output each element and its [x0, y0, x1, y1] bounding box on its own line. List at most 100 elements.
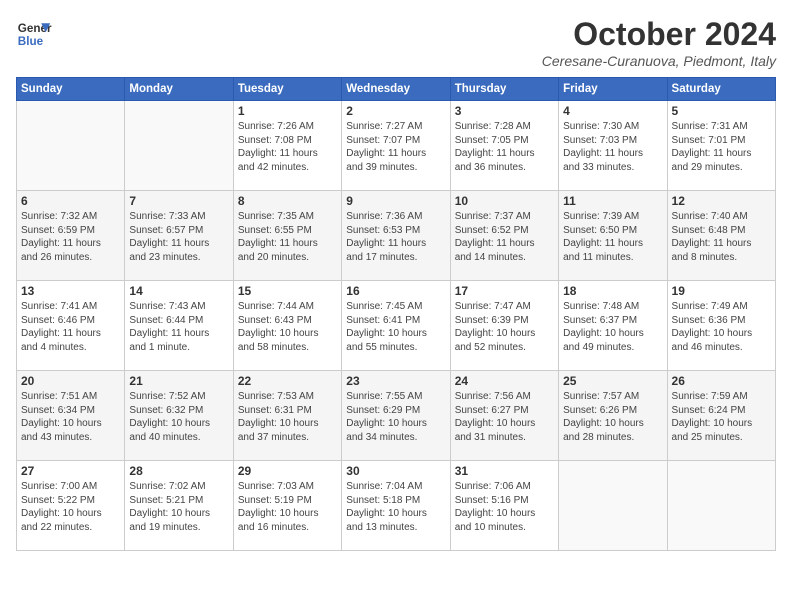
day-number: 30	[346, 464, 445, 478]
calendar-cell	[559, 461, 667, 551]
location: Ceresane-Curanuova, Piedmont, Italy	[542, 53, 776, 69]
day-number: 16	[346, 284, 445, 298]
day-number: 25	[563, 374, 662, 388]
day-number: 5	[672, 104, 771, 118]
day-info: Sunrise: 7:47 AM Sunset: 6:39 PM Dayligh…	[455, 300, 554, 354]
day-number: 17	[455, 284, 554, 298]
calendar-cell: 11 Sunrise: 7:39 AM Sunset: 6:50 PM Dayli…	[559, 191, 667, 281]
day-info: Sunrise: 7:31 AM Sunset: 7:01 PM Dayligh…	[672, 120, 771, 174]
calendar-cell: 21Sunrise: 7:52 AM Sunset: 6:32 PM Dayli…	[125, 371, 233, 461]
day-info: Sunrise: 7:02 AM Sunset: 5:21 PM Dayligh…	[129, 480, 228, 534]
day-number: 11	[563, 194, 662, 208]
calendar-cell: 22Sunrise: 7:53 AM Sunset: 6:31 PM Dayli…	[233, 371, 341, 461]
title-area: October 2024 Ceresane-Curanuova, Piedmon…	[542, 16, 776, 69]
header: General Blue October 2024 Ceresane-Curan…	[16, 16, 776, 69]
day-number: 4	[563, 104, 662, 118]
day-info: Sunrise: 7:27 AM Sunset: 7:07 PM Dayligh…	[346, 120, 445, 174]
calendar-cell: 28 Sunrise: 7:02 AM Sunset: 5:21 PM Dayli…	[125, 461, 233, 551]
day-number: 22	[238, 374, 337, 388]
calendar-cell: 20 Sunrise: 7:51 AM Sunset: 6:34 PM Dayli…	[17, 371, 125, 461]
day-number: 29	[238, 464, 337, 478]
calendar: SundayMondayTuesdayWednesdayThursdayFrid…	[16, 77, 776, 551]
calendar-cell: 15 Sunrise: 7:44 AM Sunset: 6:43 PM Dayli…	[233, 281, 341, 371]
weekday-header: Sunday	[17, 78, 125, 101]
day-info: Sunrise: 7:36 AM Sunset: 6:53 PM Dayligh…	[346, 210, 445, 264]
day-info: Sunrise: 7:51 AM Sunset: 6:34 PM Dayligh…	[21, 390, 120, 444]
calendar-cell: 6Sunrise: 7:32 AM Sunset: 6:59 PM Daylig…	[17, 191, 125, 281]
day-number: 28	[129, 464, 228, 478]
weekday-header: Friday	[559, 78, 667, 101]
day-number: 24	[455, 374, 554, 388]
day-info: Sunrise: 7:52 AM Sunset: 6:32 PM Dayligh…	[129, 390, 228, 444]
calendar-cell	[125, 101, 233, 191]
day-number: 20	[21, 374, 120, 388]
day-info: Sunrise: 7:59 AM Sunset: 6:24 PM Dayligh…	[672, 390, 771, 444]
calendar-week-row: 20 Sunrise: 7:51 AM Sunset: 6:34 PM Dayli…	[17, 371, 776, 461]
calendar-cell: 7Sunrise: 7:33 AM Sunset: 6:57 PM Daylig…	[125, 191, 233, 281]
calendar-cell: 1Sunrise: 7:26 AM Sunset: 7:08 PM Daylig…	[233, 101, 341, 191]
weekday-header: Monday	[125, 78, 233, 101]
day-info: Sunrise: 7:04 AM Sunset: 5:18 PM Dayligh…	[346, 480, 445, 534]
day-info: Sunrise: 7:57 AM Sunset: 6:26 PM Dayligh…	[563, 390, 662, 444]
calendar-cell: 25 Sunrise: 7:57 AM Sunset: 6:26 PM Dayli…	[559, 371, 667, 461]
day-info: Sunrise: 7:45 AM Sunset: 6:41 PM Dayligh…	[346, 300, 445, 354]
day-info: Sunrise: 7:40 AM Sunset: 6:48 PM Dayligh…	[672, 210, 771, 264]
calendar-cell: 12 Sunrise: 7:40 AM Sunset: 6:48 PM Dayli…	[667, 191, 775, 281]
calendar-cell	[667, 461, 775, 551]
day-number: 3	[455, 104, 554, 118]
calendar-header-row: SundayMondayTuesdayWednesdayThursdayFrid…	[17, 78, 776, 101]
day-info: Sunrise: 7:49 AM Sunset: 6:36 PM Dayligh…	[672, 300, 771, 354]
day-number: 14	[129, 284, 228, 298]
calendar-cell: 24 Sunrise: 7:56 AM Sunset: 6:27 PM Dayli…	[450, 371, 558, 461]
day-number: 27	[21, 464, 120, 478]
day-info: Sunrise: 7:35 AM Sunset: 6:55 PM Dayligh…	[238, 210, 337, 264]
calendar-cell: 13Sunrise: 7:41 AM Sunset: 6:46 PM Dayli…	[17, 281, 125, 371]
day-info: Sunrise: 7:56 AM Sunset: 6:27 PM Dayligh…	[455, 390, 554, 444]
day-number: 13	[21, 284, 120, 298]
day-number: 31	[455, 464, 554, 478]
calendar-cell: 9 Sunrise: 7:36 AM Sunset: 6:53 PM Daylig…	[342, 191, 450, 281]
day-info: Sunrise: 7:44 AM Sunset: 6:43 PM Dayligh…	[238, 300, 337, 354]
day-info: Sunrise: 7:28 AM Sunset: 7:05 PM Dayligh…	[455, 120, 554, 174]
day-number: 15	[238, 284, 337, 298]
weekday-header: Wednesday	[342, 78, 450, 101]
calendar-cell: 30 Sunrise: 7:04 AM Sunset: 5:18 PM Dayli…	[342, 461, 450, 551]
day-number: 12	[672, 194, 771, 208]
calendar-cell: 16 Sunrise: 7:45 AM Sunset: 6:41 PM Dayli…	[342, 281, 450, 371]
calendar-week-row: 27Sunrise: 7:00 AM Sunset: 5:22 PM Dayli…	[17, 461, 776, 551]
day-info: Sunrise: 7:30 AM Sunset: 7:03 PM Dayligh…	[563, 120, 662, 174]
day-number: 10	[455, 194, 554, 208]
weekday-header: Saturday	[667, 78, 775, 101]
day-number: 9	[346, 194, 445, 208]
calendar-cell: 4 Sunrise: 7:30 AM Sunset: 7:03 PM Daylig…	[559, 101, 667, 191]
weekday-header: Tuesday	[233, 78, 341, 101]
calendar-cell: 29 Sunrise: 7:03 AM Sunset: 5:19 PM Dayli…	[233, 461, 341, 551]
day-number: 19	[672, 284, 771, 298]
calendar-body: 1Sunrise: 7:26 AM Sunset: 7:08 PM Daylig…	[17, 101, 776, 551]
day-info: Sunrise: 7:37 AM Sunset: 6:52 PM Dayligh…	[455, 210, 554, 264]
day-info: Sunrise: 7:26 AM Sunset: 7:08 PM Dayligh…	[238, 120, 337, 174]
calendar-cell: 27Sunrise: 7:00 AM Sunset: 5:22 PM Dayli…	[17, 461, 125, 551]
day-info: Sunrise: 7:03 AM Sunset: 5:19 PM Dayligh…	[238, 480, 337, 534]
day-info: Sunrise: 7:48 AM Sunset: 6:37 PM Dayligh…	[563, 300, 662, 354]
calendar-cell: 31Sunrise: 7:06 AM Sunset: 5:16 PM Dayli…	[450, 461, 558, 551]
svg-text:Blue: Blue	[18, 35, 44, 48]
calendar-cell: 19 Sunrise: 7:49 AM Sunset: 6:36 PM Dayli…	[667, 281, 775, 371]
month-title: October 2024	[542, 16, 776, 53]
day-number: 8	[238, 194, 337, 208]
calendar-cell: 3 Sunrise: 7:28 AM Sunset: 7:05 PM Daylig…	[450, 101, 558, 191]
day-number: 18	[563, 284, 662, 298]
logo: General Blue	[16, 16, 52, 52]
calendar-cell: 2 Sunrise: 7:27 AM Sunset: 7:07 PM Daylig…	[342, 101, 450, 191]
logo-icon: General Blue	[16, 16, 52, 52]
day-number: 23	[346, 374, 445, 388]
calendar-cell: 23Sunrise: 7:55 AM Sunset: 6:29 PM Dayli…	[342, 371, 450, 461]
calendar-week-row: 13Sunrise: 7:41 AM Sunset: 6:46 PM Dayli…	[17, 281, 776, 371]
calendar-cell: 18 Sunrise: 7:48 AM Sunset: 6:37 PM Dayli…	[559, 281, 667, 371]
day-info: Sunrise: 7:43 AM Sunset: 6:44 PM Dayligh…	[129, 300, 228, 354]
day-number: 2	[346, 104, 445, 118]
calendar-cell: 17 Sunrise: 7:47 AM Sunset: 6:39 PM Dayli…	[450, 281, 558, 371]
day-info: Sunrise: 7:39 AM Sunset: 6:50 PM Dayligh…	[563, 210, 662, 264]
calendar-cell: 5 Sunrise: 7:31 AM Sunset: 7:01 PM Daylig…	[667, 101, 775, 191]
day-info: Sunrise: 7:33 AM Sunset: 6:57 PM Dayligh…	[129, 210, 228, 264]
